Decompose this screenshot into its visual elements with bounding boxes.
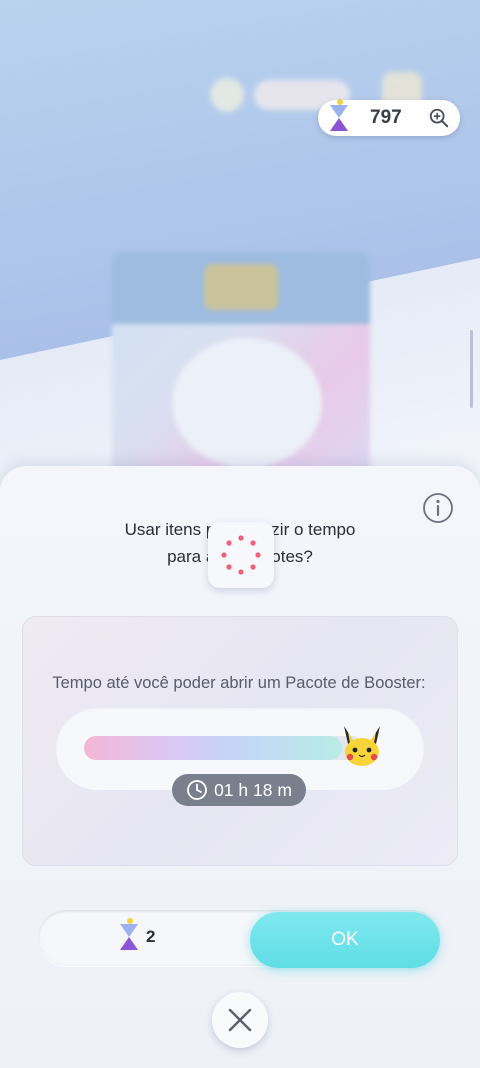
loading-card (208, 522, 274, 588)
time-remaining-label: Tempo até você poder abrir um Pacote de … (52, 674, 426, 692)
timer-badge: 01 h 18 m (172, 774, 306, 806)
progress-bar (84, 736, 364, 760)
pikachu-icon (344, 726, 380, 766)
currency-amount: 797 (370, 107, 402, 128)
clock-icon (187, 780, 207, 800)
info-icon[interactable] (422, 492, 454, 524)
ok-button[interactable]: OK (250, 912, 440, 968)
cost-item: 2 (120, 918, 156, 950)
timer-text: 01 h 18 m (214, 779, 292, 800)
currency-pill[interactable]: 797 (318, 99, 460, 136)
hourglass-icon (120, 918, 138, 950)
hourglass-icon (330, 99, 348, 131)
close-button[interactable] (212, 992, 268, 1048)
blurred-booster-pack (112, 252, 370, 482)
zoom-in-icon[interactable] (428, 107, 450, 129)
progress-fill (84, 736, 342, 760)
scroll-indicator[interactable] (470, 330, 473, 408)
loading-spinner-icon (221, 535, 261, 575)
close-icon (228, 1008, 252, 1032)
cost-amount: 2 (146, 927, 156, 946)
